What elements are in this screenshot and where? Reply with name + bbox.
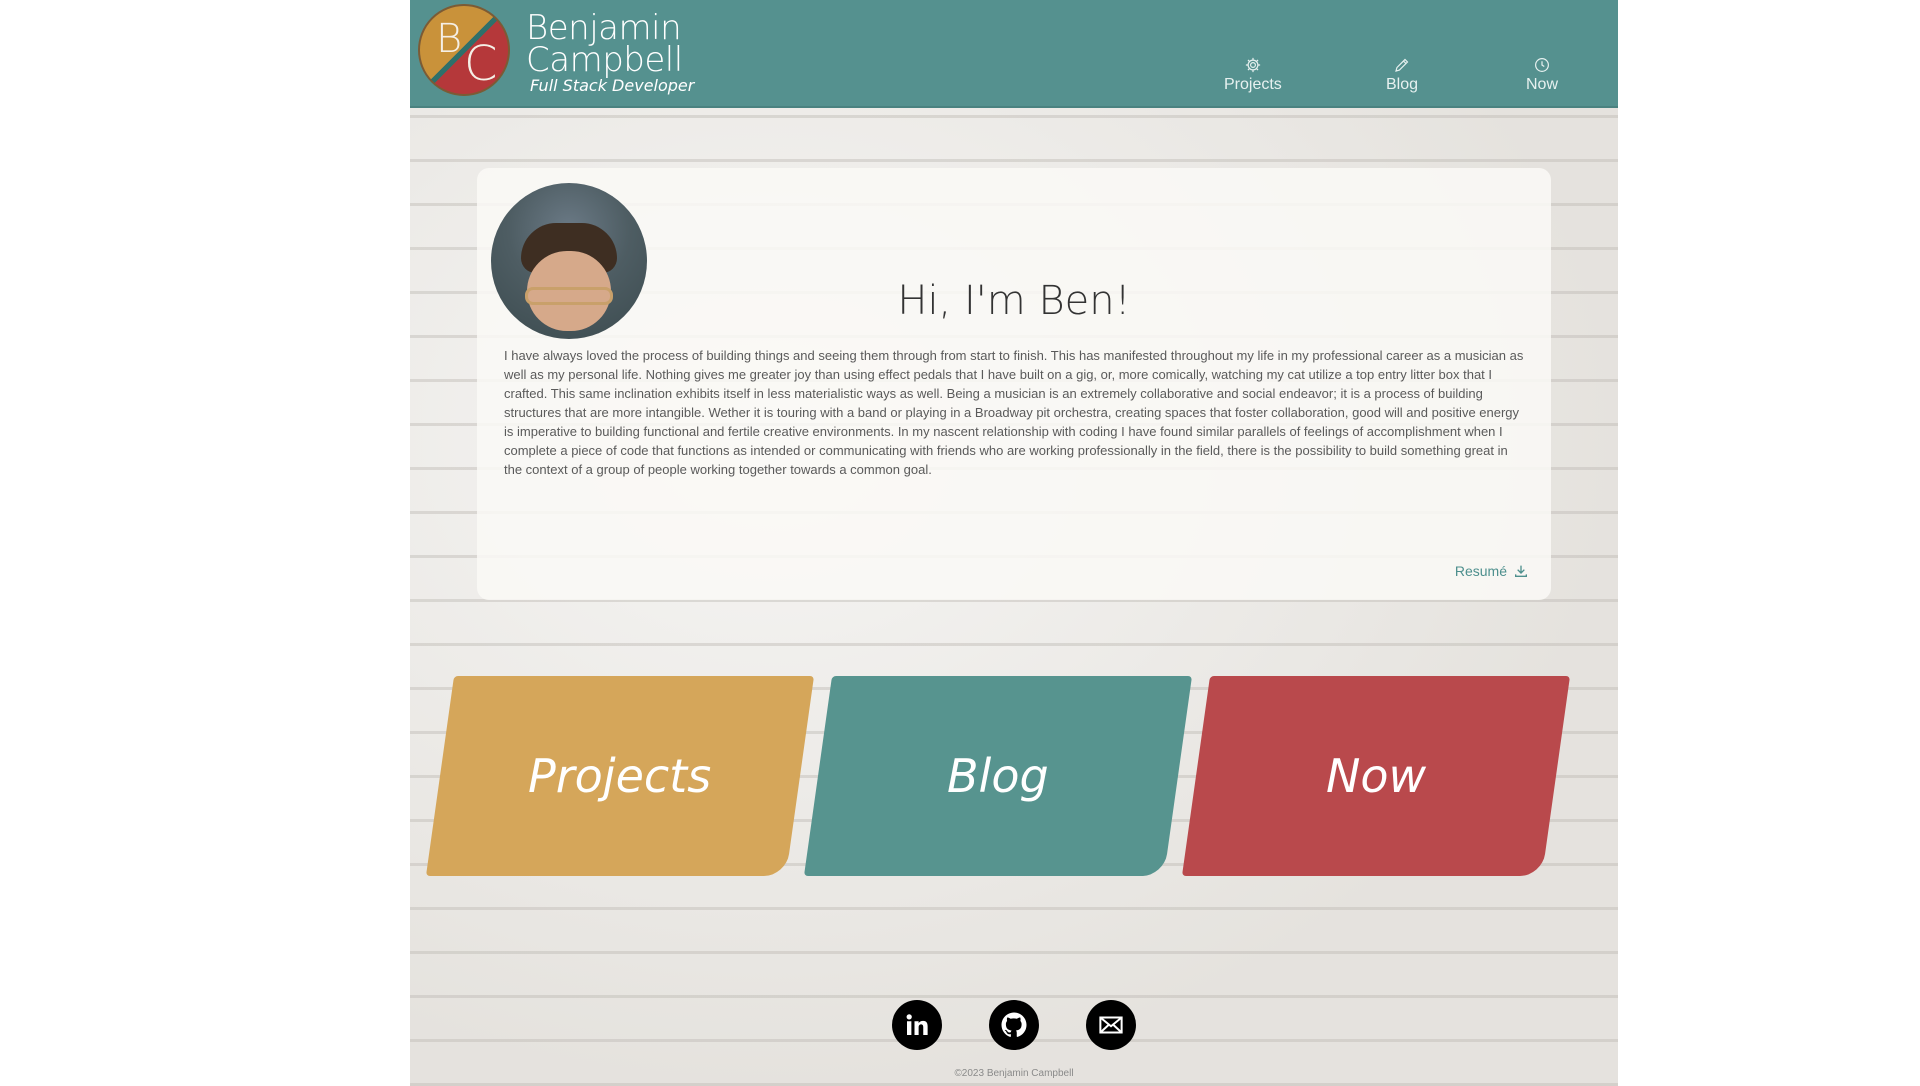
brand-last-name: Campbell <box>526 40 683 80</box>
tile-blog[interactable]: Blog <box>803 676 1193 876</box>
tile-projects[interactable]: Projects <box>425 676 815 876</box>
logo-letter-b: B <box>436 16 463 62</box>
intro-heading: Hi, I'm Ben! <box>897 278 1131 324</box>
header: B C Benjamin Campbell Full Stack Develop… <box>410 0 1618 108</box>
brand-name[interactable]: Benjamin Campbell <box>526 11 683 80</box>
download-icon <box>1515 565 1527 577</box>
intro-card: Hi, I'm Ben! I have always loved the pro… <box>477 168 1551 600</box>
nav-blog-label: Blog <box>1386 76 1419 93</box>
github-icon <box>1001 1012 1027 1037</box>
clock-icon <box>1535 58 1549 72</box>
email-link[interactable] <box>1086 1000 1136 1050</box>
nav-projects[interactable]: Projects <box>1224 56 1282 94</box>
nav-now-label: Now <box>1526 76 1559 93</box>
page: B C Benjamin Campbell Full Stack Develop… <box>410 0 1618 1086</box>
linkedin-link[interactable] <box>892 1000 942 1050</box>
tile-now-label: Now <box>1325 749 1427 803</box>
tile-now[interactable]: Now <box>1181 676 1571 876</box>
brand-subtitle: Full Stack Developer <box>530 76 695 95</box>
nav-projects-label: Projects <box>1224 76 1282 93</box>
tile-projects-label: Projects <box>528 749 712 803</box>
resume-label: Resumé <box>1454 563 1507 579</box>
logo[interactable]: B C <box>418 4 510 96</box>
pencil-icon <box>1395 58 1409 72</box>
intro-text: I have always loved the process of build… <box>504 348 1524 477</box>
github-link[interactable] <box>989 1000 1039 1050</box>
linkedin-icon <box>906 1014 928 1035</box>
resume-link[interactable]: Resumé <box>1455 563 1529 579</box>
copyright: ©2023 Benjamin Campbell <box>954 1068 1074 1079</box>
gear-icon <box>1245 57 1261 73</box>
nav-blog[interactable]: Blog <box>1386 56 1418 94</box>
logo-letter-c: C <box>464 36 498 92</box>
tile-blog-label: Blog <box>947 749 1049 803</box>
email-icon <box>1099 1016 1123 1034</box>
nav-now[interactable]: Now <box>1526 56 1558 94</box>
